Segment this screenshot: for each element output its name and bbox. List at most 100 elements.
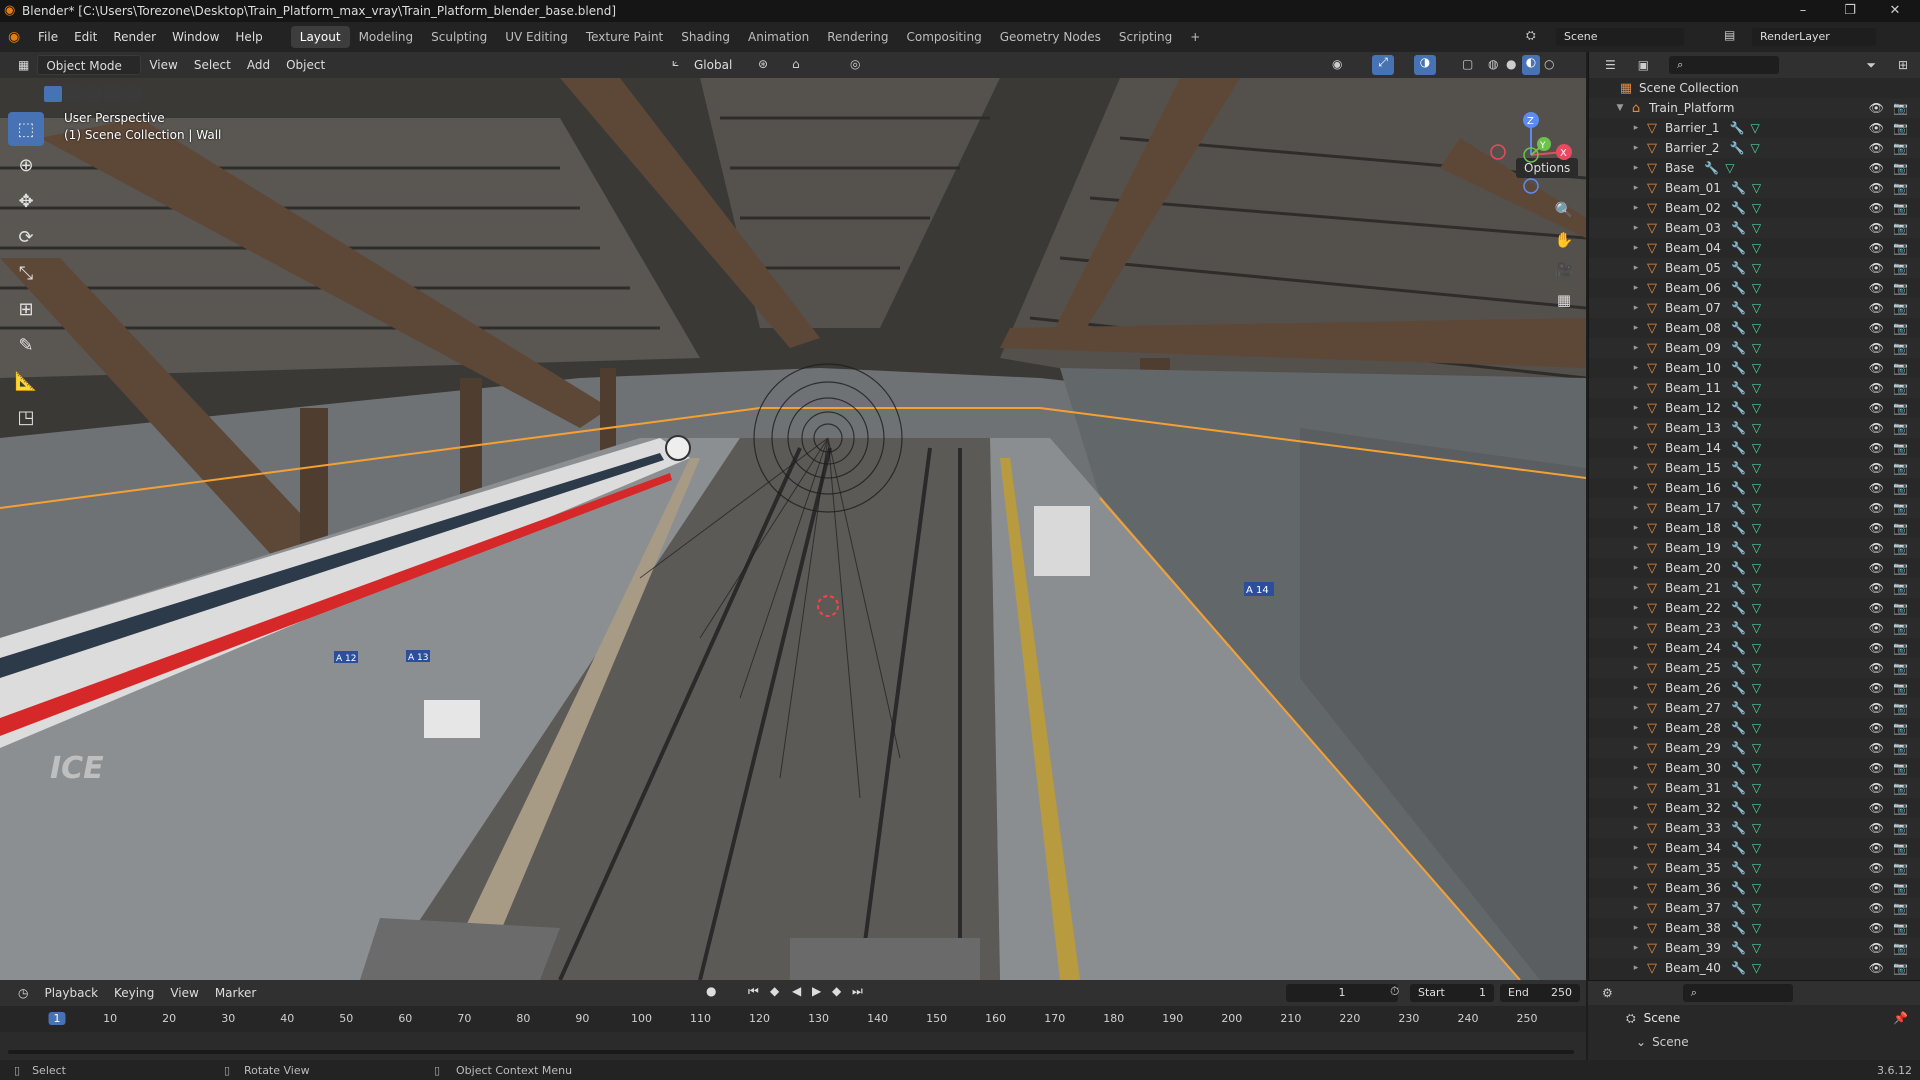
outliner-object-row[interactable]: ▸ ▽ Beam_04 🔧 ▽ 👁 📷 (1589, 238, 1920, 258)
eye-visibility-icon[interactable]: 👁 (1869, 521, 1884, 535)
outliner-object-row[interactable]: ▸ ▽ Beam_39 🔧 ▽ 👁 📷 (1589, 938, 1920, 958)
frame-ruler[interactable]: 1 10 20 30 40 50 60 70 80 90 100 110 120 130 140 150 160… (0, 1006, 1586, 1032)
outliner-object-row[interactable]: ▸ ▽ Beam_08 🔧 ▽ 👁 📷 (1589, 318, 1920, 338)
eye-visibility-icon[interactable]: 👁 (1869, 241, 1884, 255)
add-workspace-button[interactable]: + (1181, 26, 1209, 48)
eye-visibility-icon[interactable]: 👁 (1869, 161, 1884, 175)
outliner-object-row[interactable]: ▸ ▽ Beam_34 🔧 ▽ 👁 📷 (1589, 838, 1920, 858)
menu-timeline-view[interactable]: View (162, 983, 206, 1003)
wireframe-shading-icon[interactable]: ◍ (1488, 57, 1498, 71)
view-layer-selector[interactable]: RenderLayer (1752, 28, 1876, 46)
pan-hand-icon[interactable]: ✋ (1550, 226, 1578, 254)
outliner-object-row[interactable]: ▸ ▽ Beam_11 🔧 ▽ 👁 📷 (1589, 378, 1920, 398)
render-camera-icon[interactable]: 📷 (1893, 321, 1908, 335)
eye-visibility-icon[interactable]: 👁 (1869, 281, 1884, 295)
render-camera-icon[interactable]: 📷 (1893, 441, 1908, 455)
expand-arrow-icon[interactable]: ▸ (1629, 943, 1643, 953)
outliner-object-row[interactable]: ▸ ▽ Beam_14 🔧 ▽ 👁 📷 (1589, 438, 1920, 458)
expand-arrow-icon[interactable]: ▸ (1629, 743, 1643, 753)
measure-tool-icon[interactable]: 📐 (8, 364, 44, 398)
eye-visibility-icon[interactable]: 👁 (1869, 181, 1884, 195)
outliner-object-row[interactable]: ▸ ▽ Beam_16 🔧 ▽ 👁 📷 (1589, 478, 1920, 498)
outliner-object-row[interactable]: ▸ ▽ Beam_03 🔧 ▽ 👁 📷 (1589, 218, 1920, 238)
expand-arrow-icon[interactable]: ▸ (1629, 783, 1643, 793)
display-mode-icon[interactable]: ▣ (1638, 58, 1649, 72)
next-keyframe-icon[interactable]: ◆ (832, 984, 841, 998)
render-camera-icon[interactable]: 📷 (1893, 881, 1908, 895)
eye-visibility-icon[interactable]: 👁 (1869, 201, 1884, 215)
expand-arrow-icon[interactable]: ▼ (1613, 103, 1627, 113)
expand-arrow-icon[interactable]: ▸ (1629, 763, 1643, 773)
close-button[interactable]: ✕ (1875, 0, 1915, 22)
expand-arrow-icon[interactable]: ▸ (1629, 723, 1643, 733)
expand-arrow-icon[interactable]: ▸ (1629, 683, 1643, 693)
menu-keying[interactable]: Keying (106, 983, 162, 1003)
outliner-object-row[interactable]: ▸ ▽ Beam_12 🔧 ▽ 👁 📷 (1589, 398, 1920, 418)
menu-file[interactable]: File (30, 30, 66, 44)
jump-start-icon[interactable]: ⏮ (748, 984, 759, 999)
properties-search-input[interactable]: ⌕ (1682, 984, 1793, 1002)
outliner-object-row[interactable]: ▸ ▽ Beam_37 🔧 ▽ 👁 📷 (1589, 898, 1920, 918)
render-camera-icon[interactable]: 📷 (1893, 641, 1908, 655)
move-tool-icon[interactable]: ✥ (8, 184, 44, 218)
outliner-object-row[interactable]: ▸ ▽ Beam_05 🔧 ▽ 👁 📷 (1589, 258, 1920, 278)
expand-arrow-icon[interactable]: ▸ (1629, 403, 1643, 413)
rotate-tool-icon[interactable]: ⟳ (8, 220, 44, 254)
render-camera-icon[interactable]: 📷 (1893, 781, 1908, 795)
blender-menu-icon[interactable]: ◉ (8, 29, 30, 45)
play-reverse-icon[interactable]: ◀ (792, 984, 801, 998)
transform-orientation-selector[interactable]: Global (686, 55, 740, 75)
render-camera-icon[interactable]: 📷 (1893, 461, 1908, 475)
tab-compositing[interactable]: Compositing (897, 26, 990, 48)
expand-arrow-icon[interactable]: ▸ (1629, 703, 1643, 713)
outliner-object-row[interactable]: ▸ ▽ Beam_24 🔧 ▽ 👁 📷 (1589, 638, 1920, 658)
expand-arrow-icon[interactable]: ▸ (1629, 263, 1643, 273)
select-invert-icon[interactable] (104, 86, 122, 102)
menu-playback[interactable]: Playback (36, 983, 106, 1003)
outliner-object-row[interactable]: ▸ ▽ Barrier_2 🔧 ▽ 👁 📷 (1589, 138, 1920, 158)
outliner-object-row[interactable]: ▸ ▽ Beam_29 🔧 ▽ 👁 📷 (1589, 738, 1920, 758)
prev-keyframe-icon[interactable]: ◆ (770, 984, 779, 998)
new-collection-icon[interactable]: ⊞ (1898, 58, 1908, 72)
proportional-edit-icon[interactable]: ◎ (850, 57, 860, 71)
pin-icon[interactable]: 📌 (1893, 1011, 1908, 1025)
render-camera-icon[interactable]: 📷 (1893, 761, 1908, 775)
eye-visibility-icon[interactable]: 👁 (1869, 461, 1884, 475)
eye-visibility-icon[interactable]: 👁 (1869, 881, 1884, 895)
expand-arrow-icon[interactable]: ▸ (1629, 323, 1643, 333)
render-camera-icon[interactable]: 📷 (1893, 481, 1908, 495)
overlay-toggle-icon[interactable]: ◑ (1414, 55, 1436, 75)
cursor-tool-icon[interactable]: ⊕ (8, 148, 44, 182)
eye-visibility-icon[interactable]: 👁 (1869, 781, 1884, 795)
eye-visibility-icon[interactable]: 👁 (1869, 141, 1884, 155)
outliner-object-row[interactable]: ▸ ▽ Base 🔧 ▽ 👁 📷 (1589, 158, 1920, 178)
render-camera-icon[interactable]: 📷 (1893, 721, 1908, 735)
render-camera-icon[interactable]: 📷 (1893, 801, 1908, 815)
render-camera-icon[interactable]: 📷 (1893, 701, 1908, 715)
properties-editor-icon[interactable]: ⚙ (1602, 986, 1613, 1000)
record-icon[interactable]: ● (706, 984, 716, 998)
expand-arrow-icon[interactable]: ▸ (1629, 243, 1643, 253)
tab-uv-editing[interactable]: UV Editing (496, 26, 577, 48)
render-camera-icon[interactable]: 📷 (1893, 601, 1908, 615)
render-camera-icon[interactable]: 📷 (1893, 621, 1908, 635)
outliner-object-row[interactable]: ▸ ▽ Barrier_1 🔧 ▽ 👁 📷 (1589, 118, 1920, 138)
render-camera-icon[interactable]: 📷 (1893, 861, 1908, 875)
outliner-editor-icon[interactable]: ☰ (1605, 58, 1616, 72)
outliner-collection[interactable]: ▼ ⌂ Train_Platform 👁 📷 (1589, 98, 1920, 118)
render-camera-icon[interactable]: 📷 (1893, 301, 1908, 315)
tab-texture-paint[interactable]: Texture Paint (577, 26, 672, 48)
section-chevron-icon[interactable]: ⌄ (1636, 1035, 1646, 1049)
eye-visibility-icon[interactable]: 👁 (1869, 361, 1884, 375)
eye-visibility-icon[interactable]: 👁 (1869, 841, 1884, 855)
render-camera-icon[interactable]: 📷 (1893, 681, 1908, 695)
menu-window[interactable]: Window (164, 30, 227, 44)
eye-visibility-icon[interactable]: 👁 (1869, 401, 1884, 415)
eye-visibility-icon[interactable]: 👁 (1869, 421, 1884, 435)
expand-arrow-icon[interactable]: ▸ (1629, 843, 1643, 853)
eye-visibility-icon[interactable]: 👁 (1869, 321, 1884, 335)
visibility-icon[interactable]: ◉ (1332, 57, 1342, 71)
menu-marker[interactable]: Marker (207, 983, 264, 1003)
eye-visibility-icon[interactable]: 👁 (1869, 921, 1884, 935)
tab-modeling[interactable]: Modeling (350, 26, 423, 48)
